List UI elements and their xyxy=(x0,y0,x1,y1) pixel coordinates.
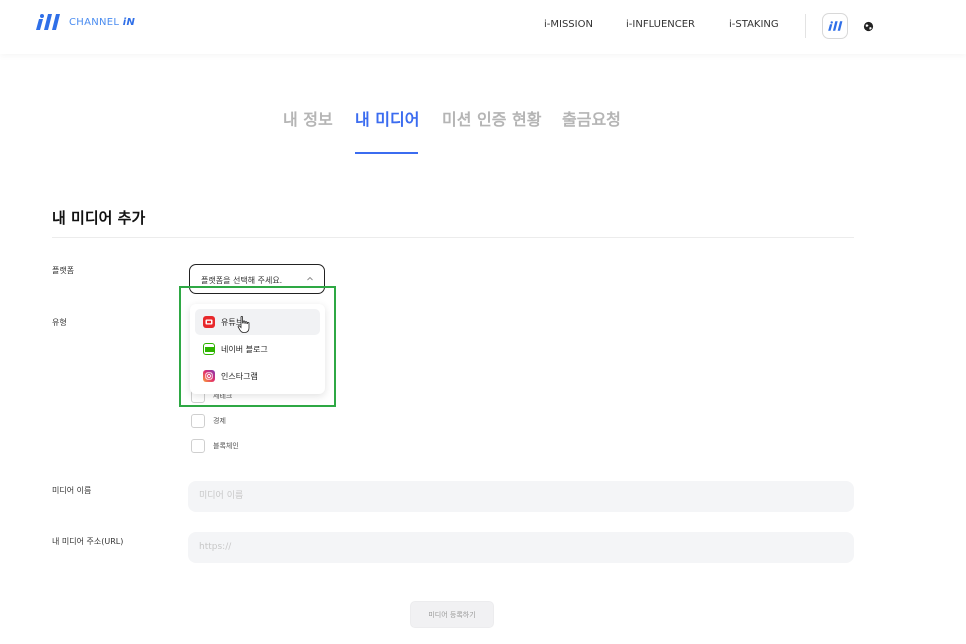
media-url-input[interactable]: https:// xyxy=(188,532,854,563)
hand-cursor-icon xyxy=(237,316,250,333)
platform-select-value: 플랫폼을 선택해 주세요. xyxy=(201,276,283,285)
media-name-input[interactable]: 미디어 이름 xyxy=(188,481,854,512)
chevron-up-icon xyxy=(307,276,313,281)
media-url-label: 내 미디어 주소(URL) xyxy=(52,537,124,546)
platform-label: 플랫폼 xyxy=(52,266,75,275)
media-name-label: 미디어 이름 xyxy=(52,486,92,495)
nav-i-influencer[interactable]: i-INFLUENCER xyxy=(626,19,695,30)
platform-select[interactable]: 플랫폼을 선택해 주세요. xyxy=(189,264,325,294)
brand-logo[interactable]: CHANNEL iN xyxy=(34,14,135,30)
nav-i-staking[interactable]: i-STAKING xyxy=(729,19,779,30)
type-checkbox[interactable] xyxy=(191,414,205,428)
youtube-icon xyxy=(203,316,215,328)
dropdown-item-instagram[interactable]: 인스타그램 xyxy=(195,363,320,389)
nav-divider xyxy=(805,14,806,38)
dropdown-item-label: 네이버 블로그 xyxy=(221,344,268,354)
tab-my-media[interactable]: 내 미디어 xyxy=(355,106,419,130)
top-header: CHANNEL iN i-MISSION i-INFLUENCER i-STAK… xyxy=(0,0,966,54)
tab-my-info[interactable]: 내 정보 xyxy=(283,106,333,130)
active-tab-indicator xyxy=(355,152,418,154)
platform-dropdown-menu: 유튜브 네이버 블로그 인스타그램 xyxy=(190,304,325,394)
type-option-row[interactable]: 블록체인 xyxy=(191,439,239,453)
section-divider xyxy=(52,237,854,238)
instagram-icon xyxy=(203,370,215,382)
dropdown-item-naver-blog[interactable]: 네이버 블로그 xyxy=(195,336,320,362)
tab-withdraw-request[interactable]: 출금요청 xyxy=(562,106,621,130)
register-media-button[interactable]: 미디어 등록하기 xyxy=(410,601,494,628)
type-option-row[interactable]: 경제 xyxy=(191,414,226,428)
type-option-label: 경제 xyxy=(213,417,226,425)
section-title: 내 미디어 추가 xyxy=(52,209,146,227)
logo-mark-icon xyxy=(828,21,843,31)
logo-mark-icon xyxy=(36,14,60,30)
type-checkbox[interactable] xyxy=(191,439,205,453)
wallet-button[interactable] xyxy=(822,13,848,39)
dropdown-item-label: 인스타그램 xyxy=(221,371,258,381)
nav-i-mission[interactable]: i-MISSION xyxy=(544,19,593,30)
globe-icon[interactable] xyxy=(863,21,874,32)
type-label: 유형 xyxy=(52,318,67,327)
tab-mission-status[interactable]: 미션 인증 현황 xyxy=(442,106,541,130)
brand-name: CHANNEL iN xyxy=(69,16,136,28)
type-option-label: 블록체인 xyxy=(213,442,239,450)
naver-blog-icon xyxy=(203,343,215,355)
dropdown-item-youtube[interactable]: 유튜브 xyxy=(195,309,320,335)
